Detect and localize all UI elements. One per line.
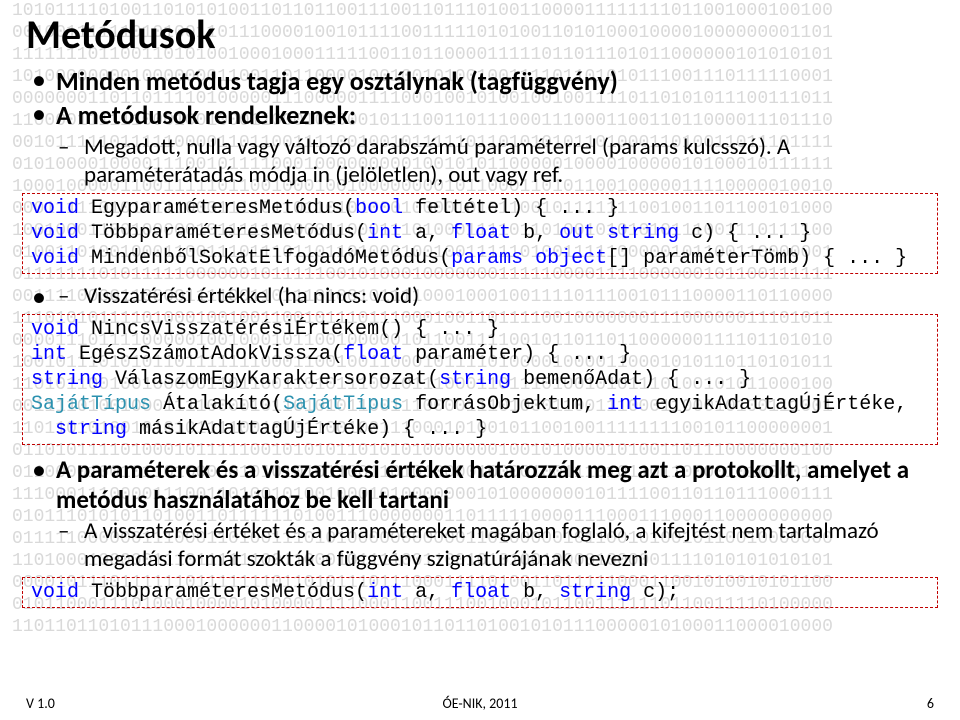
slide-content: Metódusok Minden metódus tagja egy osztá… xyxy=(0,0,960,608)
code-block-2: void NincsVisszatérésiÉrtékem() { ... } … xyxy=(22,314,938,445)
subbullet-1: Megadott, nulla vagy változó darabszámú … xyxy=(56,133,934,189)
subbullet-3: A visszatérési értéket és a paramétereke… xyxy=(56,517,934,573)
bullet-2-text: A metódusok rendelkeznek: xyxy=(56,99,356,131)
footer-org: ÓE-NIK, 2011 xyxy=(0,695,960,712)
bullet-3: A paraméterek és a visszatérési értékek … xyxy=(26,455,934,573)
page-title: Metódusok xyxy=(26,10,934,59)
footer: V 1.0 ÓE-NIK, 2011 6 xyxy=(0,695,960,712)
code-block-1: void EgyparaméteresMetódus(bool feltétel… xyxy=(22,193,938,274)
bullet-1: Minden metódus tagja egy osztálynak (tag… xyxy=(26,65,934,97)
bullet-2: A metódusok rendelkeznek: Megadott, null… xyxy=(26,99,934,189)
subbullet-2: Visszatérési értékkel (ha nincs: void) xyxy=(56,282,934,310)
bullet-3-text: A paraméterek és a visszatérési értékek … xyxy=(56,454,909,515)
bullet-2b: Visszatérési értékkel (ha nincs: void) xyxy=(26,282,934,310)
code-block-3: void TöbbparaméteresMetódus(int a, float… xyxy=(22,577,938,608)
bullet-1-text: Minden metódus tagja egy osztálynak (tag… xyxy=(56,65,618,97)
